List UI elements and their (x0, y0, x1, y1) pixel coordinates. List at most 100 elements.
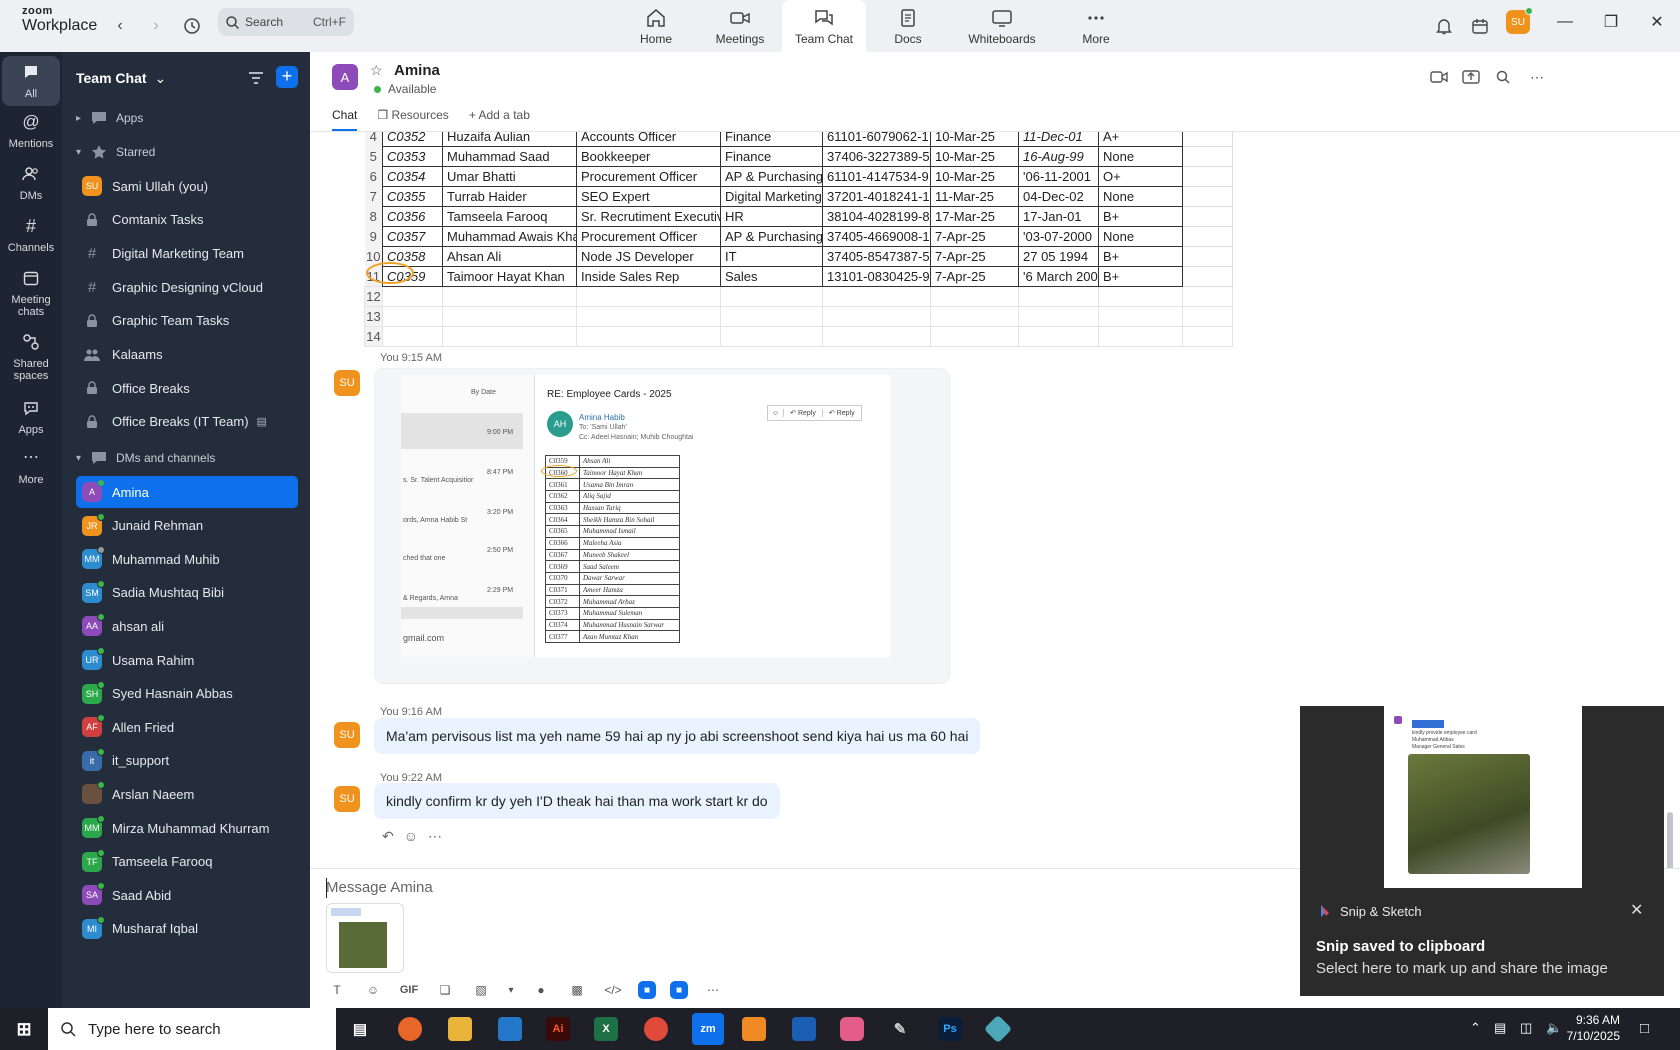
sidebar-item[interactable]: Office Breaks (76, 372, 298, 404)
photos-icon[interactable] (840, 1017, 864, 1041)
xampp-icon[interactable] (742, 1017, 766, 1041)
tab-chat[interactable]: Chat (332, 108, 358, 131)
snip-tool-icon[interactable]: ✎ (888, 1017, 912, 1041)
rail-mentions[interactable]: @ Mentions (2, 112, 60, 150)
back-arrow-icon[interactable]: ‹ (106, 12, 134, 40)
dm-item[interactable]: UR Usama Rahim (76, 644, 298, 676)
app-icon[interactable]: ■ (638, 981, 656, 999)
microphone-icon[interactable]: ● (530, 979, 552, 1001)
rail-meeting-chats[interactable]: Meeting chats (2, 268, 60, 318)
minimize-button[interactable]: — (1550, 10, 1580, 34)
network-icon[interactable]: ◫ (1520, 1020, 1532, 1036)
sidebar-item[interactable]: Office Breaks (IT Team) ▤ (76, 406, 298, 438)
dm-item[interactable]: AA ahsan ali (76, 610, 298, 642)
close-window-button[interactable]: ✕ (1642, 10, 1672, 34)
excel-icon[interactable]: X (594, 1017, 618, 1041)
chrome-icon[interactable] (644, 1017, 668, 1041)
chevron-down-icon[interactable]: ▾ (506, 979, 516, 1001)
nav-whiteboards[interactable]: Whiteboards (950, 0, 1054, 52)
nav-docs[interactable]: Docs (866, 0, 950, 52)
message-input[interactable]: Message Amina (326, 879, 433, 896)
notifications-icon[interactable]: □ (1640, 1020, 1649, 1037)
dm-item[interactable]: MM Mirza Muhammad Khurram (76, 812, 298, 844)
more-options-icon[interactable]: ⋯ (1526, 68, 1548, 86)
sidebar-item[interactable]: Graphic Team Tasks (76, 305, 298, 337)
nav-team-chat[interactable]: Team Chat (782, 0, 866, 52)
share-screen-icon[interactable] (1460, 68, 1482, 86)
channel-name[interactable]: Amina (394, 62, 440, 79)
sender-avatar[interactable]: SU (334, 370, 360, 396)
search-icon[interactable] (1492, 68, 1514, 86)
image-attachment[interactable]: By Date 9:00 PM 8:47 PM s. Sr. Talent Ac… (374, 368, 950, 684)
windows-start-icon[interactable]: ⊞ (12, 1017, 36, 1041)
sender-avatar[interactable]: SU (334, 722, 360, 748)
code-snippet-icon[interactable]: </> (602, 979, 624, 1001)
sidebar-item[interactable]: # Digital Marketing Team (76, 237, 298, 269)
dm-item[interactable]: Arslan Naeem (76, 778, 298, 810)
pasted-image-thumbnail[interactable] (326, 903, 404, 973)
format-text-icon[interactable]: T (326, 979, 348, 1001)
rail-apps[interactable]: Apps (2, 398, 60, 436)
app-diamond-icon[interactable] (983, 1014, 1013, 1044)
rail-shared-spaces[interactable]: Shared spaces (2, 332, 60, 382)
zoom-icon[interactable]: zm (692, 1013, 724, 1045)
dm-item[interactable]: MI Musharaf Iqbal (76, 913, 298, 945)
dm-item[interactable]: A Amina (76, 476, 298, 508)
illustrator-icon[interactable]: Ai (546, 1017, 570, 1041)
sender-avatar[interactable]: SU (334, 786, 360, 812)
team-chat-header[interactable]: Team Chat ⌄ (76, 70, 166, 87)
scrollbar-thumb[interactable] (1667, 812, 1673, 868)
sidebar-item[interactable]: # Graphic Designing vCloud (76, 271, 298, 303)
snip-notification[interactable]: kindly provide employee card Muhammad Ab… (1300, 706, 1664, 996)
dm-item[interactable]: it it_support (76, 745, 298, 777)
emoji-icon[interactable]: ☺ (362, 979, 384, 1001)
chat-app-icon[interactable]: ■ (670, 981, 688, 999)
reply-icon[interactable]: ↶ (382, 828, 394, 845)
star-icon[interactable]: ☆ (370, 62, 383, 79)
more-actions-icon[interactable]: ⋯ (428, 828, 442, 845)
tab-resources[interactable]: ❐ Resources (377, 108, 448, 131)
message-bubble[interactable]: kindly confirm kr dy yeh I'D theak hai t… (374, 783, 780, 819)
restore-button[interactable]: ❐ (1596, 10, 1626, 34)
rail-more[interactable]: ⋯ More (2, 448, 60, 487)
apps-section[interactable]: ▸ Apps (76, 102, 298, 134)
dm-item[interactable]: TF Tamseela Farooq (76, 846, 298, 878)
sidebar-item[interactable]: Kalaams (76, 339, 298, 371)
filter-icon[interactable] (246, 68, 266, 88)
new-chat-button[interactable]: + (276, 66, 298, 88)
sidebar-item[interactable]: SU Sami Ullah (you) (76, 170, 298, 202)
forward-arrow-icon[interactable]: › (142, 12, 170, 40)
file-explorer-icon[interactable] (448, 1017, 472, 1041)
message-bubble[interactable]: Ma'am pervisous list ma yeh name 59 hai … (374, 718, 981, 754)
close-icon[interactable]: ✕ (1630, 900, 1643, 920)
dm-item[interactable]: SA Saad Abid (76, 879, 298, 911)
attach-file-icon[interactable]: ❏ (434, 979, 456, 1001)
photoshop-icon[interactable]: Ps (938, 1017, 962, 1041)
channel-avatar[interactable]: A (332, 64, 358, 90)
video-message-icon[interactable]: ▩ (566, 979, 588, 1001)
firefox-icon[interactable] (398, 1017, 422, 1041)
dm-item[interactable]: AF Allen Fried (76, 711, 298, 743)
profile-avatar[interactable]: SU (1506, 7, 1533, 34)
calendar-icon[interactable] (1466, 12, 1494, 40)
show-hidden-icons[interactable]: ⌃ (1470, 1020, 1481, 1036)
nav-more[interactable]: More (1054, 0, 1138, 52)
dm-item[interactable]: SM Sadia Mushtaq Bibi (76, 577, 298, 609)
gif-button[interactable]: GIF (398, 979, 420, 1001)
chat-scrollbar[interactable] (1666, 132, 1674, 868)
emoji-reaction-icon[interactable]: ☺ (404, 828, 418, 845)
video-call-icon[interactable] (1428, 68, 1450, 86)
dm-item[interactable]: JR Junaid Rehman (76, 510, 298, 542)
outlook-icon[interactable] (792, 1017, 816, 1041)
rail-all[interactable]: All (2, 56, 60, 106)
search-box[interactable]: Search Ctrl+F (218, 8, 354, 36)
bell-icon[interactable] (1430, 12, 1458, 40)
history-icon[interactable] (178, 12, 206, 40)
task-view-icon[interactable]: ▤ (348, 1017, 372, 1041)
taskbar-clock[interactable]: 9:36 AM 7/10/2025 (1556, 1012, 1620, 1044)
rail-dms[interactable]: DMs (2, 164, 60, 202)
dm-item[interactable]: SH Syed Hasnain Abbas (76, 678, 298, 710)
vscode-icon[interactable] (498, 1017, 522, 1041)
sidebar-item[interactable]: Comtanix Tasks (76, 204, 298, 236)
nav-home[interactable]: Home (614, 0, 698, 52)
